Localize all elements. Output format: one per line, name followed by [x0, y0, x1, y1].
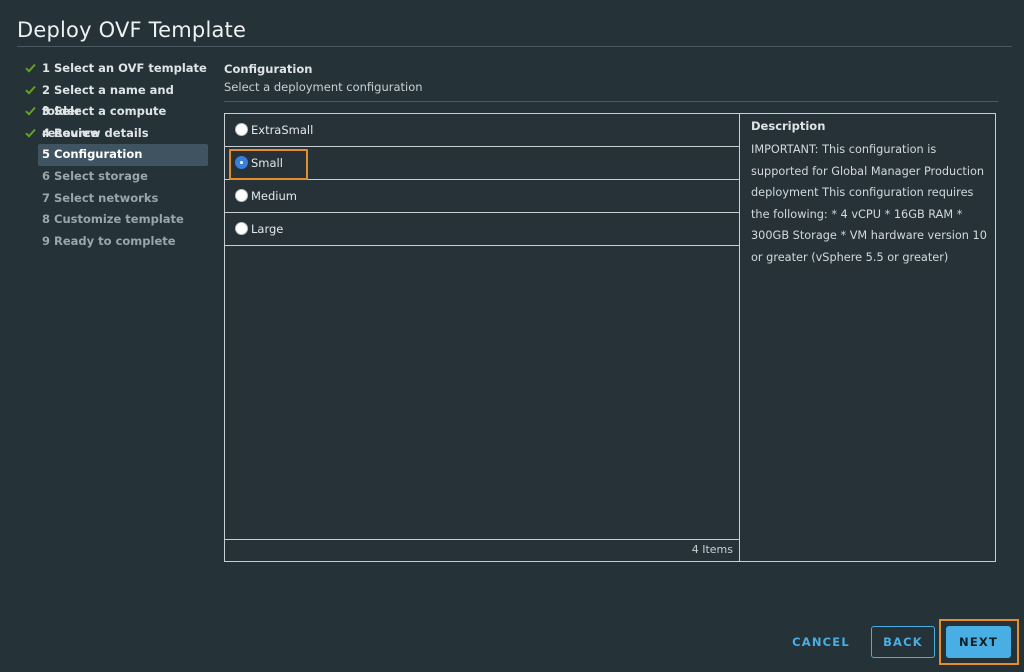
- step-3[interactable]: 3 Select a compute resource: [24, 101, 208, 140]
- dialog-title: Deploy OVF Template: [17, 18, 247, 42]
- item-count: 4 Items: [225, 539, 739, 561]
- config-option-extrasmall[interactable]: ExtraSmall: [225, 114, 739, 147]
- step-5[interactable]: 5 Configuration: [38, 144, 208, 166]
- config-option-medium[interactable]: Medium: [225, 180, 739, 213]
- step-number: 9: [42, 233, 51, 248]
- selection-highlight: [229, 149, 308, 180]
- section-divider: [224, 101, 998, 102]
- step-label: Select networks: [54, 190, 159, 205]
- next-button[interactable]: NEXT: [946, 626, 1011, 658]
- step-number: 3: [42, 104, 51, 119]
- description-pane: Description IMPORTANT: This configuratio…: [740, 114, 995, 561]
- step-label: Select storage: [54, 168, 148, 183]
- step-1[interactable]: 1 Select an OVF template: [24, 58, 208, 80]
- section-subtitle: Select a deployment configuration: [224, 80, 423, 94]
- step-number: 4: [42, 125, 51, 140]
- description-text: IMPORTANT: This configuration is support…: [751, 143, 987, 264]
- step-label: Select an OVF template: [54, 61, 207, 75]
- step-label: Configuration: [54, 147, 143, 162]
- step-number: 7: [42, 190, 51, 205]
- checkmark-icon: [24, 80, 38, 102]
- step-7: 7 Select networks: [24, 188, 208, 210]
- checkmark-icon: [24, 123, 38, 145]
- checkmark-icon: [24, 58, 38, 80]
- radio-button[interactable]: [235, 189, 248, 202]
- step-label: Customize template: [54, 212, 184, 227]
- step-2[interactable]: 2 Select a name and folder: [24, 80, 208, 118]
- option-label: Medium: [251, 189, 297, 203]
- cancel-button[interactable]: CANCEL: [786, 626, 856, 658]
- checkmark-icon: [24, 101, 38, 123]
- description-title: Description: [751, 119, 826, 133]
- radio-button[interactable]: [235, 123, 248, 136]
- section-title: Configuration: [224, 62, 313, 76]
- wizard-steps: 1 Select an OVF template 2 Select a name a…: [24, 58, 208, 252]
- step-number: 5: [42, 147, 51, 162]
- step-6: 6 Select storage: [24, 166, 208, 188]
- radio-button[interactable]: [235, 222, 248, 235]
- step-number: 8: [42, 212, 51, 227]
- step-8: 8 Customize template: [24, 209, 208, 231]
- step-number: 2: [42, 82, 51, 97]
- config-option-large[interactable]: Large: [225, 213, 739, 246]
- configuration-panel: ExtraSmall Small Medium Large 4 Items De…: [224, 113, 996, 562]
- step-9: 9 Ready to complete: [24, 231, 208, 253]
- option-label: ExtraSmall: [251, 123, 314, 137]
- option-label: Large: [251, 222, 284, 236]
- title-divider: [17, 46, 1012, 47]
- step-number: 1: [42, 61, 51, 75]
- back-button[interactable]: BACK: [871, 626, 935, 658]
- step-4[interactable]: 4 Review details: [24, 123, 208, 145]
- configuration-list: ExtraSmall Small Medium Large 4 Items: [225, 114, 740, 561]
- step-label: Ready to complete: [54, 233, 176, 248]
- step-number: 6: [42, 168, 51, 183]
- step-label: Review details: [54, 125, 149, 140]
